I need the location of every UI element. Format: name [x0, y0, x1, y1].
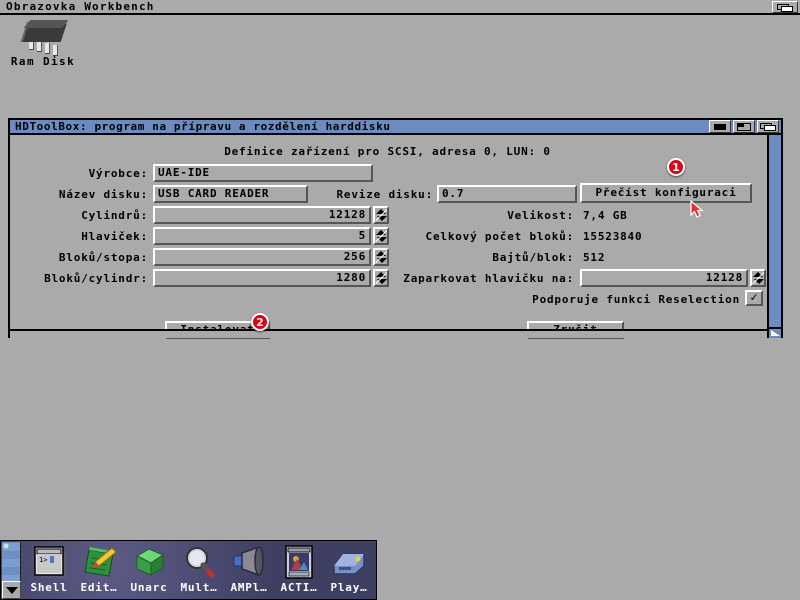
reselection-label: Podporuje funkci Reselection	[470, 293, 740, 306]
disk-revision-label: Revize disku:	[310, 188, 433, 201]
disk-revision-input[interactable]: 0.7	[437, 185, 577, 203]
blocks-per-track-stepper[interactable]	[373, 248, 389, 266]
dock-item-label: AMPl…	[225, 581, 273, 594]
heads-input[interactable]: 5	[153, 227, 371, 245]
dock-item-mult[interactable]: Mult…	[175, 544, 223, 598]
heads-label: Hlaviček:	[30, 230, 148, 243]
window-titlebar[interactable]: HDToolBox: program na přípravu a rozděle…	[10, 120, 781, 135]
workbench-screen: Obrazovka Workbench Ram Disk HDToolBox: …	[0, 0, 800, 600]
window-front-back-icon[interactable]	[757, 120, 779, 133]
cylinders-label: Cylindrů:	[30, 209, 148, 222]
cylinders-input[interactable]: 12128	[153, 206, 371, 224]
dock-scroll-strip	[2, 542, 21, 599]
dock-item-edit[interactable]: Edit…	[75, 544, 123, 598]
dock-item-label: ACTI…	[275, 581, 323, 594]
size-label: Velikost:	[410, 209, 574, 222]
shell-terminal-icon: 1>	[29, 544, 69, 580]
media-device-icon	[329, 544, 369, 580]
annotation-badge-1: 1	[667, 158, 685, 176]
dock-item-acti[interactable]: ACTI…	[275, 544, 323, 598]
read-configuration-button[interactable]: Přečíst konfiguraci	[580, 183, 752, 203]
desktop-icon-ram-disk[interactable]: Ram Disk	[8, 20, 78, 68]
archive-box-icon	[129, 544, 169, 580]
total-blocks-value: 15523840	[583, 230, 642, 243]
speaker-icon	[229, 544, 269, 580]
blocks-per-track-label: Bloků/stopa:	[30, 251, 148, 264]
dock-item-label: Edit…	[75, 581, 123, 594]
park-head-stepper[interactable]	[750, 269, 766, 287]
chevron-down-icon[interactable]	[2, 581, 21, 599]
svg-text:1>: 1>	[39, 556, 47, 564]
depth-front-rect	[781, 6, 793, 12]
window-body: Definice zařízení pro SCSI, adresa 0, LU…	[10, 135, 781, 338]
bytes-per-block-value: 512	[583, 251, 605, 264]
bytes-per-block-label: Bajtů/blok:	[410, 251, 574, 264]
arrow-pointer-icon	[690, 200, 704, 220]
dock-item-unarc[interactable]: Unarc	[125, 544, 173, 598]
blocks-per-cylinder-input[interactable]: 1280	[153, 269, 371, 287]
dock-item-play[interactable]: Play…	[325, 544, 373, 598]
dock-item-ampl[interactable]: AMPl…	[225, 544, 273, 598]
panel-subtitle: Definice zařízení pro SCSI, adresa 0, LU…	[10, 145, 765, 158]
dock-item-label: Play…	[325, 581, 373, 594]
window-right-border	[767, 135, 781, 338]
blocks-per-track-input[interactable]: 256	[153, 248, 371, 266]
application-dock: 1> Shell Edit…	[0, 540, 377, 600]
manufacturer-input[interactable]: UAE-IDE	[153, 164, 373, 182]
cylinders-stepper[interactable]	[373, 206, 389, 224]
picture-viewer-icon	[279, 544, 319, 580]
dock-item-label: Unarc	[125, 581, 173, 594]
hdtoolbox-window: HDToolBox: program na přípravu a rozděle…	[8, 118, 783, 338]
window-bottom-border	[10, 329, 771, 338]
disk-name-label: Název disku:	[30, 188, 148, 201]
magnifier-icon	[179, 544, 219, 580]
dock-item-label: Shell	[25, 581, 73, 594]
dock-item-label: Mult…	[175, 581, 223, 594]
total-blocks-label: Celkový počet bloků:	[390, 230, 574, 243]
window-title: HDToolBox: program na přípravu a rozděle…	[15, 120, 391, 133]
park-head-label: Zaparkovat hlavičku na:	[382, 272, 574, 285]
size-value: 7,4 GB	[583, 209, 628, 222]
blocks-per-cylinder-label: Bloků/cylindr:	[18, 272, 148, 285]
dock-item-shell[interactable]: 1> Shell	[25, 544, 73, 598]
desktop-icon-label: Ram Disk	[8, 55, 78, 68]
disk-name-input[interactable]: USB CARD READER	[153, 185, 308, 203]
reselection-checkbox[interactable]: ✓	[745, 290, 763, 306]
window-shrink-icon[interactable]	[709, 120, 731, 133]
memory-chip-icon	[15, 20, 71, 54]
manufacturer-label: Výrobce:	[30, 167, 148, 180]
window-zoom-icon[interactable]	[733, 120, 755, 133]
annotation-badge-2: 2	[251, 313, 269, 331]
screen-title: Obrazovka Workbench	[6, 0, 155, 13]
screen-titlebar[interactable]: Obrazovka Workbench	[0, 0, 800, 15]
heads-stepper[interactable]	[373, 227, 389, 245]
screen-depth-icon[interactable]	[772, 1, 798, 13]
text-editor-icon	[79, 544, 119, 580]
park-head-input[interactable]: 12128	[580, 269, 748, 287]
window-resize-gadget[interactable]	[767, 327, 781, 338]
